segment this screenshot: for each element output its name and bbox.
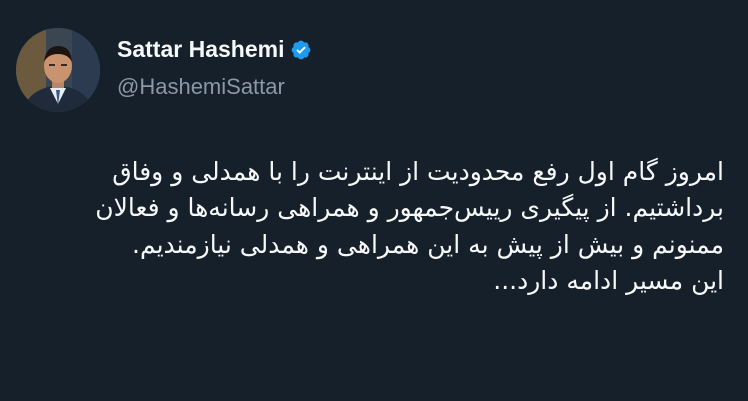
tweet-card: Sattar Hashemi @HashemiSattar امروز گام … (0, 0, 748, 401)
profile-photo (16, 28, 100, 112)
avatar[interactable] (16, 28, 100, 112)
user-handle[interactable]: @HashemiSattar (117, 74, 285, 100)
author-name-row[interactable]: Sattar Hashemi (117, 36, 312, 63)
tweet-text: امروز گام اول رفع محدودیت از اینترنت را … (24, 154, 724, 299)
tweet-paragraph: این مسیر ادامه دارد... (493, 265, 724, 295)
tweet-paragraph: امروز گام اول رفع محدودیت از اینترنت را … (95, 157, 724, 259)
verified-badge-icon (292, 40, 311, 59)
display-name[interactable]: Sattar Hashemi (117, 36, 284, 63)
